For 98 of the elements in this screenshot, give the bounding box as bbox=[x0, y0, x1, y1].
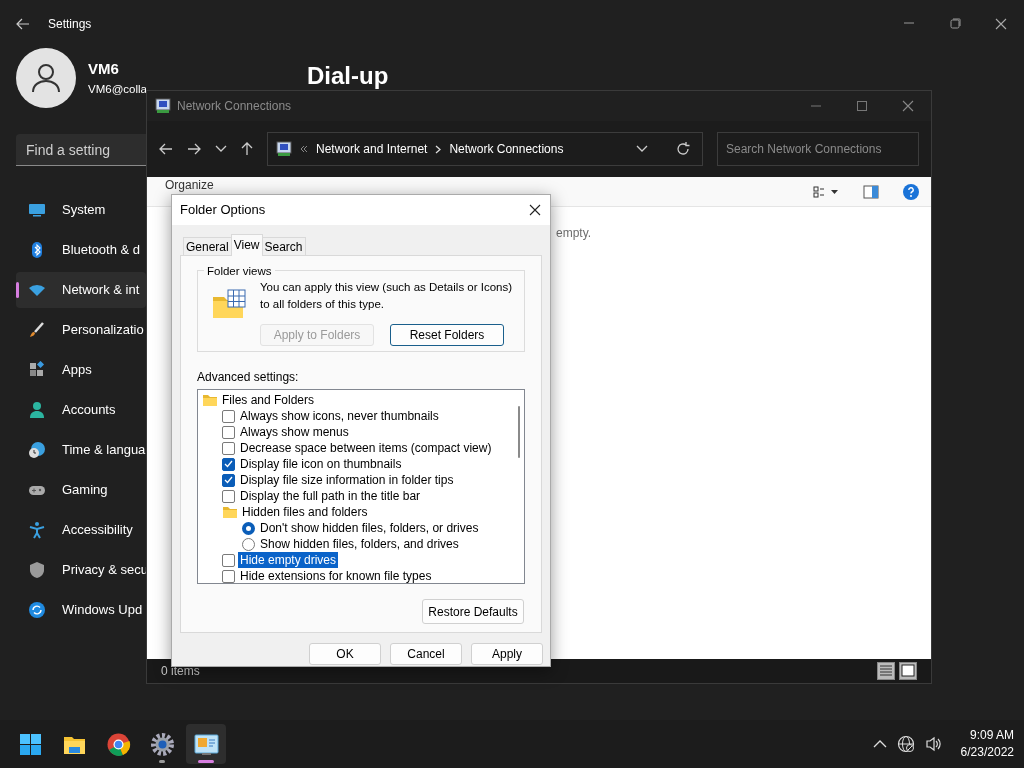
nav-item[interactable]: Apps bbox=[16, 352, 146, 388]
speaker-icon[interactable] bbox=[924, 736, 943, 752]
nav-item[interactable]: Gaming bbox=[16, 472, 146, 508]
tree-item[interactable]: Show hidden files, folders, and drives bbox=[258, 536, 461, 552]
tree-item[interactable]: Display the full path in the title bar bbox=[238, 488, 423, 504]
checkbox[interactable] bbox=[222, 489, 235, 503]
chevron-down-icon[interactable] bbox=[215, 145, 227, 153]
checkbox[interactable] bbox=[222, 457, 235, 471]
brush-icon bbox=[28, 321, 46, 339]
item-count: 0 items bbox=[161, 663, 200, 680]
tree-item[interactable]: Files and Folders bbox=[220, 392, 317, 408]
checkbox[interactable] bbox=[222, 441, 235, 455]
browser-icon bbox=[105, 731, 131, 757]
start-icon bbox=[17, 731, 43, 757]
nav-item[interactable]: System bbox=[16, 192, 146, 228]
empty-folder-message: empty. bbox=[556, 226, 592, 240]
nav-item[interactable]: Bluetooth & d bbox=[16, 232, 146, 268]
nav-item[interactable]: Accessibility bbox=[16, 512, 146, 548]
chevron-down-icon[interactable] bbox=[636, 145, 648, 153]
scrollbar-thumb[interactable] bbox=[518, 406, 520, 458]
up-icon[interactable] bbox=[241, 142, 253, 156]
user-name: VM6 bbox=[88, 59, 120, 80]
double-chevron-icon bbox=[300, 145, 308, 153]
tree-item[interactable]: Display file size information in folder tips bbox=[238, 472, 456, 488]
close-icon[interactable] bbox=[529, 204, 541, 216]
window-title: Settings bbox=[48, 16, 92, 33]
forward-icon[interactable] bbox=[187, 143, 201, 155]
checkbox[interactable] bbox=[222, 425, 235, 439]
taskbar-app[interactable] bbox=[186, 724, 226, 764]
chevron-right-icon bbox=[435, 144, 442, 154]
dialog-button[interactable]: Apply bbox=[471, 643, 543, 665]
page-title: Dial-up bbox=[307, 61, 389, 91]
gear-icon bbox=[149, 731, 175, 757]
dialog-title: Folder Options bbox=[180, 201, 266, 220]
description-text: You can apply this view (such as Details or Icons) to all folders of this type. bbox=[260, 280, 514, 313]
tree-item[interactable]: Display file icon on thumbnails bbox=[238, 456, 404, 472]
globe-icon[interactable] bbox=[896, 735, 915, 753]
refresh-icon[interactable] bbox=[676, 142, 690, 156]
nav-item[interactable]: Time & langua bbox=[16, 432, 146, 468]
tree-item[interactable]: Always show icons, never thumbnails bbox=[238, 408, 441, 424]
checkbox[interactable] bbox=[222, 569, 235, 583]
clock-date[interactable]: 6/23/2022 bbox=[960, 744, 1014, 761]
accessibility-icon bbox=[28, 521, 46, 539]
tab[interactable]: General bbox=[183, 237, 232, 255]
window-title: Network Connections bbox=[177, 98, 292, 115]
folder-icon bbox=[222, 505, 238, 519]
tree-item[interactable]: Hidden files and folders bbox=[240, 504, 370, 520]
back-icon[interactable] bbox=[16, 18, 30, 30]
clock-icon bbox=[28, 441, 46, 459]
folder-icon bbox=[202, 393, 218, 407]
shield-icon bbox=[28, 561, 46, 579]
tab[interactable]: Search bbox=[261, 237, 306, 255]
radio-button[interactable] bbox=[242, 537, 255, 551]
folder-button[interactable]: Reset Folders bbox=[390, 323, 504, 346]
chevron-up-icon[interactable] bbox=[872, 739, 887, 749]
update-icon bbox=[28, 601, 46, 619]
preview-pane-icon[interactable] bbox=[863, 184, 879, 199]
dialog-button[interactable]: OK bbox=[309, 643, 381, 665]
search-field[interactable]: Find a setting bbox=[16, 134, 146, 166]
help-icon[interactable] bbox=[903, 183, 919, 200]
tree-item[interactable]: Hide extensions for known file types bbox=[238, 568, 434, 583]
checkbox[interactable] bbox=[222, 553, 235, 567]
nav-item[interactable]: Accounts bbox=[16, 392, 146, 428]
close-icon[interactable] bbox=[995, 18, 1007, 30]
restore-defaults-button[interactable]: Restore Defaults bbox=[422, 599, 524, 624]
tree-item[interactable]: Always show menus bbox=[238, 424, 351, 440]
organize-menu[interactable]: Organize bbox=[165, 178, 214, 192]
view-layout-icon[interactable] bbox=[813, 185, 839, 198]
person-icon bbox=[28, 401, 46, 419]
large-icons-view-icon[interactable] bbox=[899, 662, 917, 680]
checkbox[interactable] bbox=[222, 409, 235, 423]
nav-item[interactable]: Network & int bbox=[16, 272, 146, 308]
tree-item[interactable]: Decrease space between items (compact view) bbox=[238, 440, 494, 456]
network-app-icon bbox=[155, 98, 171, 114]
breadcrumb-item[interactable]: Network and Internet bbox=[316, 140, 428, 158]
maximize-icon[interactable] bbox=[949, 18, 961, 30]
maximize-icon[interactable] bbox=[856, 100, 868, 112]
breadcrumb-item[interactable]: Network Connections bbox=[449, 140, 564, 158]
network-app-icon bbox=[193, 731, 219, 757]
user-email: VM6@colla bbox=[88, 81, 147, 97]
address-bar[interactable]: Network and Internet Network Connections bbox=[267, 132, 703, 166]
advanced-settings-label: Advanced settings: bbox=[197, 369, 300, 386]
checkbox[interactable] bbox=[222, 473, 235, 487]
tab[interactable]: View bbox=[230, 234, 263, 256]
search-field[interactable]: Search Network Connections bbox=[717, 132, 919, 166]
nav-item[interactable]: Windows Upd bbox=[16, 592, 146, 628]
monitor-icon bbox=[28, 201, 46, 219]
radio-button[interactable] bbox=[242, 521, 255, 535]
clock-time[interactable]: 9:09 AM bbox=[960, 727, 1014, 744]
back-icon[interactable] bbox=[159, 143, 173, 155]
tree-item[interactable]: Don't show hidden files, folders, or drives bbox=[258, 520, 481, 536]
dialog-button[interactable]: Cancel bbox=[390, 643, 462, 665]
nav-item[interactable]: Personalizatio bbox=[16, 312, 146, 348]
person-icon bbox=[31, 63, 61, 93]
tree-item[interactable]: Hide empty drives bbox=[238, 552, 339, 568]
network-app-icon bbox=[276, 141, 292, 157]
apps-icon bbox=[28, 361, 46, 379]
folder-view-icon bbox=[212, 289, 246, 319]
